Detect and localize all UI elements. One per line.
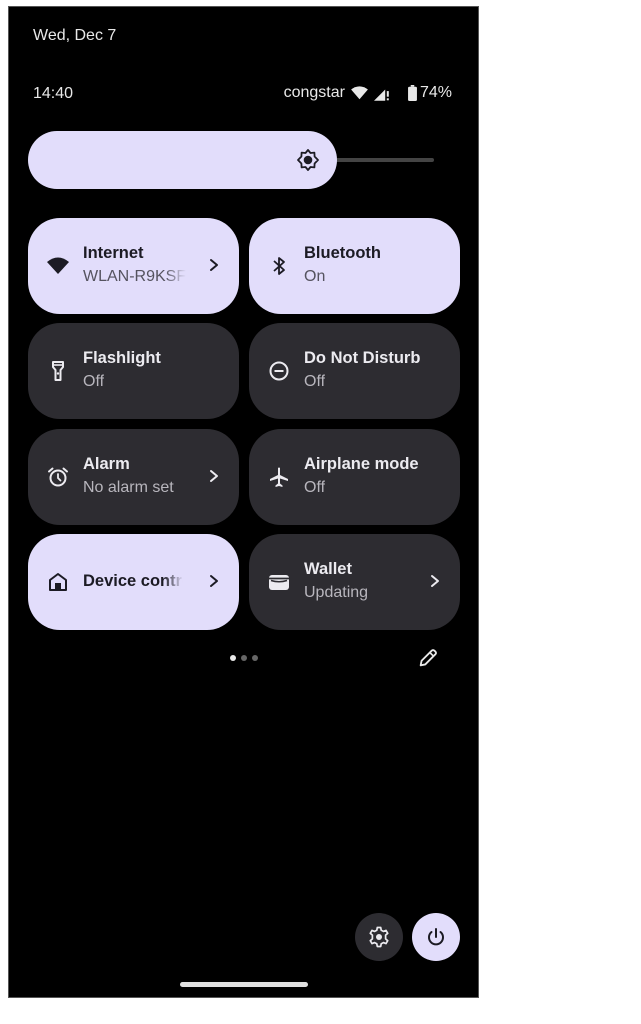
tile-subtitle: Off	[83, 373, 105, 390]
brightness-icon	[297, 149, 319, 171]
quick-settings-panel: Wed, Dec 7 14:40 congstar 74% Internet W…	[8, 6, 479, 998]
tile-subtitle: Off	[304, 479, 326, 496]
tile-label: Internet	[83, 244, 144, 262]
battery-percent: 74%	[419, 84, 452, 101]
tile-label: Airplane mode	[304, 455, 419, 473]
brightness-fill[interactable]	[28, 131, 337, 189]
tile-bluetooth[interactable]: Bluetooth On	[249, 218, 460, 314]
settings-button[interactable]	[355, 913, 403, 961]
chevron-right-icon[interactable]	[207, 571, 221, 591]
page-dot-active[interactable]	[230, 655, 236, 661]
tile-label: Wallet	[304, 560, 352, 578]
tile-subtitle: Off	[304, 373, 326, 390]
home-gesture-bar[interactable]	[180, 982, 308, 987]
tile-internet[interactable]: Internet WLAN-R9KSF	[28, 218, 239, 314]
cell-signal-icon	[373, 89, 389, 101]
status-icons: congstar 74%	[284, 84, 452, 102]
tile-subtitle: No alarm set	[83, 479, 174, 496]
pencil-icon[interactable]	[417, 647, 439, 669]
tile-device-controls[interactable]: Device controls	[28, 534, 239, 630]
tile-subtitle: WLAN-R9KSF	[83, 268, 187, 285]
gear-icon	[369, 926, 389, 948]
tile-subtitle: On	[304, 268, 326, 285]
tile-airplane-mode[interactable]: Airplane mode Off	[249, 429, 460, 525]
tile-label: Bluetooth	[304, 244, 381, 262]
tile-wallet[interactable]: Wallet Updating	[249, 534, 460, 630]
tile-label: Do Not Disturb	[304, 349, 421, 367]
flashlight-icon	[52, 361, 64, 381]
chevron-right-icon[interactable]	[428, 571, 442, 591]
tile-do-not-disturb[interactable]: Do Not Disturb Off	[249, 323, 460, 419]
alarm-icon	[48, 467, 68, 487]
tile-label: Alarm	[83, 455, 130, 473]
clock: 14:40	[33, 85, 74, 102]
wallet-icon	[269, 575, 289, 590]
carrier-label: congstar	[283, 84, 345, 101]
power-button[interactable]	[412, 913, 460, 961]
power-icon	[428, 928, 444, 946]
page-dot[interactable]	[252, 655, 258, 661]
brightness-track[interactable]	[328, 158, 434, 162]
tile-label: Device controls	[83, 572, 183, 590]
wifi-icon	[351, 86, 368, 100]
do-not-disturb-icon	[269, 361, 289, 381]
battery-icon	[408, 85, 417, 101]
date-label: Wed, Dec 7	[33, 27, 117, 44]
bluetooth-icon	[273, 257, 285, 275]
tile-alarm[interactable]: Alarm No alarm set	[28, 429, 239, 525]
airplane-icon	[270, 467, 288, 487]
home-icon	[49, 573, 67, 591]
chevron-right-icon[interactable]	[207, 466, 221, 486]
page-indicator[interactable]	[230, 655, 258, 661]
chevron-right-icon[interactable]	[207, 255, 221, 275]
page-dot[interactable]	[241, 655, 247, 661]
brightness-slider[interactable]	[28, 131, 434, 189]
tile-label: Flashlight	[83, 349, 161, 367]
wifi-icon	[47, 257, 69, 274]
tile-subtitle: Updating	[304, 584, 369, 601]
tile-flashlight[interactable]: Flashlight Off	[28, 323, 239, 419]
